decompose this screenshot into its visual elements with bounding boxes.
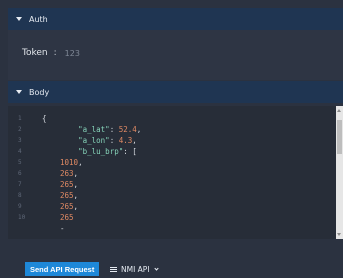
token-row: Token : 123 <box>22 48 80 58</box>
line-number: 10 <box>18 214 26 221</box>
line-number: 2 <box>18 126 22 133</box>
json-array-item: 265 <box>60 191 74 200</box>
api-selector-label: NMI API <box>121 264 150 274</box>
api-selector[interactable]: NMI API <box>110 262 159 276</box>
json-array-item: 265 <box>60 180 74 189</box>
auth-header-label: Auth <box>29 14 48 24</box>
line-number: 3 <box>18 137 22 144</box>
hamburger-icon <box>110 266 117 272</box>
json-array-open: [ <box>132 147 137 156</box>
json-key: "b_lu_brp" <box>78 147 124 156</box>
body-section-header[interactable]: Body <box>8 81 343 103</box>
scrollbar-thumb[interactable] <box>337 120 342 154</box>
chevron-down-icon <box>153 265 159 271</box>
line-number: 1 <box>18 115 22 122</box>
line-number: 7 <box>18 181 22 188</box>
auth-section-header[interactable]: Auth <box>8 8 343 30</box>
line-number: 4 <box>18 148 22 155</box>
editor-scrollbar[interactable] <box>336 106 343 239</box>
line-number: 6 <box>18 170 22 177</box>
body-json-editor[interactable]: 1 { 2 "a_lat": 52.4, 3 "a_lon": 4.3, 4 "… <box>8 106 343 239</box>
line-number: 9 <box>18 203 22 210</box>
json-open-brace: { <box>42 114 47 123</box>
json-array-item: 263 <box>60 169 74 178</box>
scroll-down-arrow-icon[interactable] <box>337 233 341 236</box>
caret-down-icon <box>16 17 22 21</box>
token-separator: : <box>53 48 57 58</box>
scroll-up-arrow-icon[interactable] <box>337 109 341 112</box>
body-header-label: Body <box>29 87 50 97</box>
json-array-item: 1010 <box>60 158 79 167</box>
json-array-item: 265 <box>60 213 74 222</box>
token-value[interactable]: 123 <box>65 49 80 58</box>
json-array-item: 265 <box>60 202 74 211</box>
caret-down-icon <box>16 90 22 94</box>
token-label: Token <box>22 48 48 58</box>
line-number: 5 <box>18 159 22 166</box>
line-number: 8 <box>18 192 22 199</box>
send-api-request-button[interactable]: Send API Request <box>25 262 100 276</box>
